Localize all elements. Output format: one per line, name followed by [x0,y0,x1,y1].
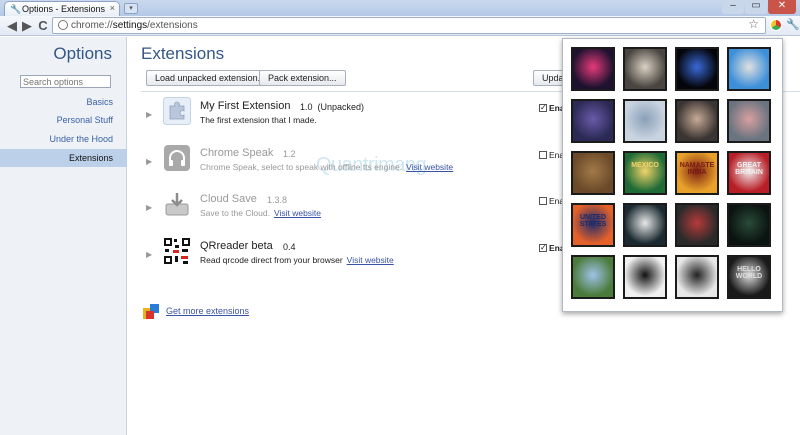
close-window-button[interactable]: ✕ [768,0,796,14]
image-tile[interactable] [727,99,771,143]
search-options-input[interactable] [20,75,111,88]
visit-website-link[interactable]: Visit website [347,255,394,265]
browser-toolbar: ◀ ▶ C chrome://settings/extensions ☆ [0,16,800,36]
puzzle-piece-icon [163,97,191,125]
expand-arrow-icon[interactable]: ▶ [146,250,152,259]
sidebar-title: Options [53,44,112,63]
checkbox-unchecked-icon[interactable] [539,196,547,205]
extension-action-icon[interactable] [770,19,782,31]
image-tile[interactable] [727,203,771,247]
extension-name: QRreader beta [200,240,273,252]
image-tile[interactable] [675,255,719,299]
image-tile[interactable]: GREAT BRITAIN [727,151,771,195]
image-tile[interactable]: MEXICO [623,151,667,195]
tile-caption: GREAT BRITAIN [735,162,763,177]
enable-checkbox[interactable]: Ena [539,195,564,206]
extension-version: 1.2 [283,149,296,159]
image-tile[interactable] [571,47,615,91]
tab-close-icon[interactable]: × [110,3,115,13]
maximize-button[interactable]: ▭ [745,0,767,14]
extension-version: 1.3.8 [267,195,288,205]
options-sidebar: Options Basics Personal Stuff Under the … [0,37,127,435]
qr-code-icon [163,237,191,265]
enable-checkbox[interactable]: ✓ Ena [539,242,565,253]
wrench-menu-icon[interactable]: 🔧 [786,18,800,31]
checkbox-checked-icon[interactable]: ✓ [539,103,547,112]
extension-description: Read qrcode direct from your browser Visi… [200,255,394,265]
extension-name: Chrome Speak [200,147,274,159]
image-tile[interactable] [571,255,615,299]
extension-version: 1.0 (Unpacked) [300,102,365,112]
address-bar[interactable]: chrome://settings/extensions ☆ [52,17,766,34]
image-tile[interactable] [623,255,667,299]
image-tile[interactable] [623,203,667,247]
checkbox-unchecked-icon[interactable] [539,150,547,159]
image-tile[interactable] [675,203,719,247]
image-tile[interactable] [571,151,615,195]
extension-name: My First Extension [200,100,291,112]
title-bar: 🔧 Options - Extensions × ▾ – ▭ ✕ [0,0,800,16]
page-title: Extensions [141,44,225,63]
extension-gallery-icon [143,304,159,319]
address-url: chrome://settings/extensions [71,20,198,31]
cloud-save-icon [165,193,189,216]
checkbox-checked-icon[interactable]: ✓ [539,243,547,252]
image-tile[interactable]: HELLO WORLD [727,255,771,299]
forward-button[interactable]: ▶ [19,18,35,34]
expand-arrow-icon[interactable]: ▶ [146,110,152,119]
bookmark-star-icon[interactable]: ☆ [748,17,759,31]
tile-caption: UNITED STATES [579,214,607,229]
wrench-icon: 🔧 [10,4,22,14]
tile-caption: HELLO WORLD [735,266,763,281]
image-tile[interactable] [727,47,771,91]
tile-caption: NAMASTE INDIA [679,162,715,177]
page-icon [58,20,68,30]
image-tile[interactable] [623,47,667,91]
image-tile[interactable] [675,47,719,91]
image-tile[interactable] [675,99,719,143]
back-button[interactable]: ◀ [4,18,20,34]
enable-checkbox[interactable]: ✓ Ena [539,102,565,113]
image-tile[interactable]: UNITED STATES [571,203,615,247]
image-tile[interactable] [623,99,667,143]
image-tile[interactable]: NAMASTE INDIA [675,151,719,195]
sidebar-item-basics[interactable]: Basics [0,93,127,111]
pack-extension-button[interactable]: Pack extension... [259,70,346,86]
load-unpacked-button[interactable]: Load unpacked extension... [146,70,275,86]
expand-arrow-icon[interactable]: ▶ [146,203,152,212]
sidebar-item-personal-stuff[interactable]: Personal Stuff [0,111,127,129]
visit-website-link[interactable]: Visit website [406,162,453,172]
extension-popup: MEXICO NAMASTE INDIA GREAT BRITAIN UNITED S… [562,38,783,312]
tab-title: Options - Extensions [22,4,106,14]
tile-caption: MEXICO [631,162,659,169]
extension-description: Save to the Cloud. Visit website [200,208,322,218]
sidebar-item-extensions[interactable]: Extensions [0,149,127,167]
new-tab-button[interactable]: ▾ [124,3,138,14]
extension-description: The first extension that I made. [200,115,317,125]
extension-name: Cloud Save [200,193,257,205]
enable-checkbox[interactable]: Ena [539,149,564,160]
reload-button[interactable]: C [35,18,51,34]
sidebar-item-under-the-hood[interactable]: Under the Hood [0,130,127,148]
extension-description: Chrome Speak, select to speak with offli… [200,162,454,172]
headphones-icon [164,145,190,171]
get-more-extensions-link[interactable]: Get more extensions [166,306,249,316]
tab-options-extensions[interactable]: 🔧 Options - Extensions × [4,1,120,16]
visit-website-link[interactable]: Visit website [274,208,321,218]
extension-version: 0.4 [283,242,296,252]
minimize-button[interactable]: – [722,0,744,14]
expand-arrow-icon[interactable]: ▶ [146,157,152,166]
image-tile[interactable] [571,99,615,143]
